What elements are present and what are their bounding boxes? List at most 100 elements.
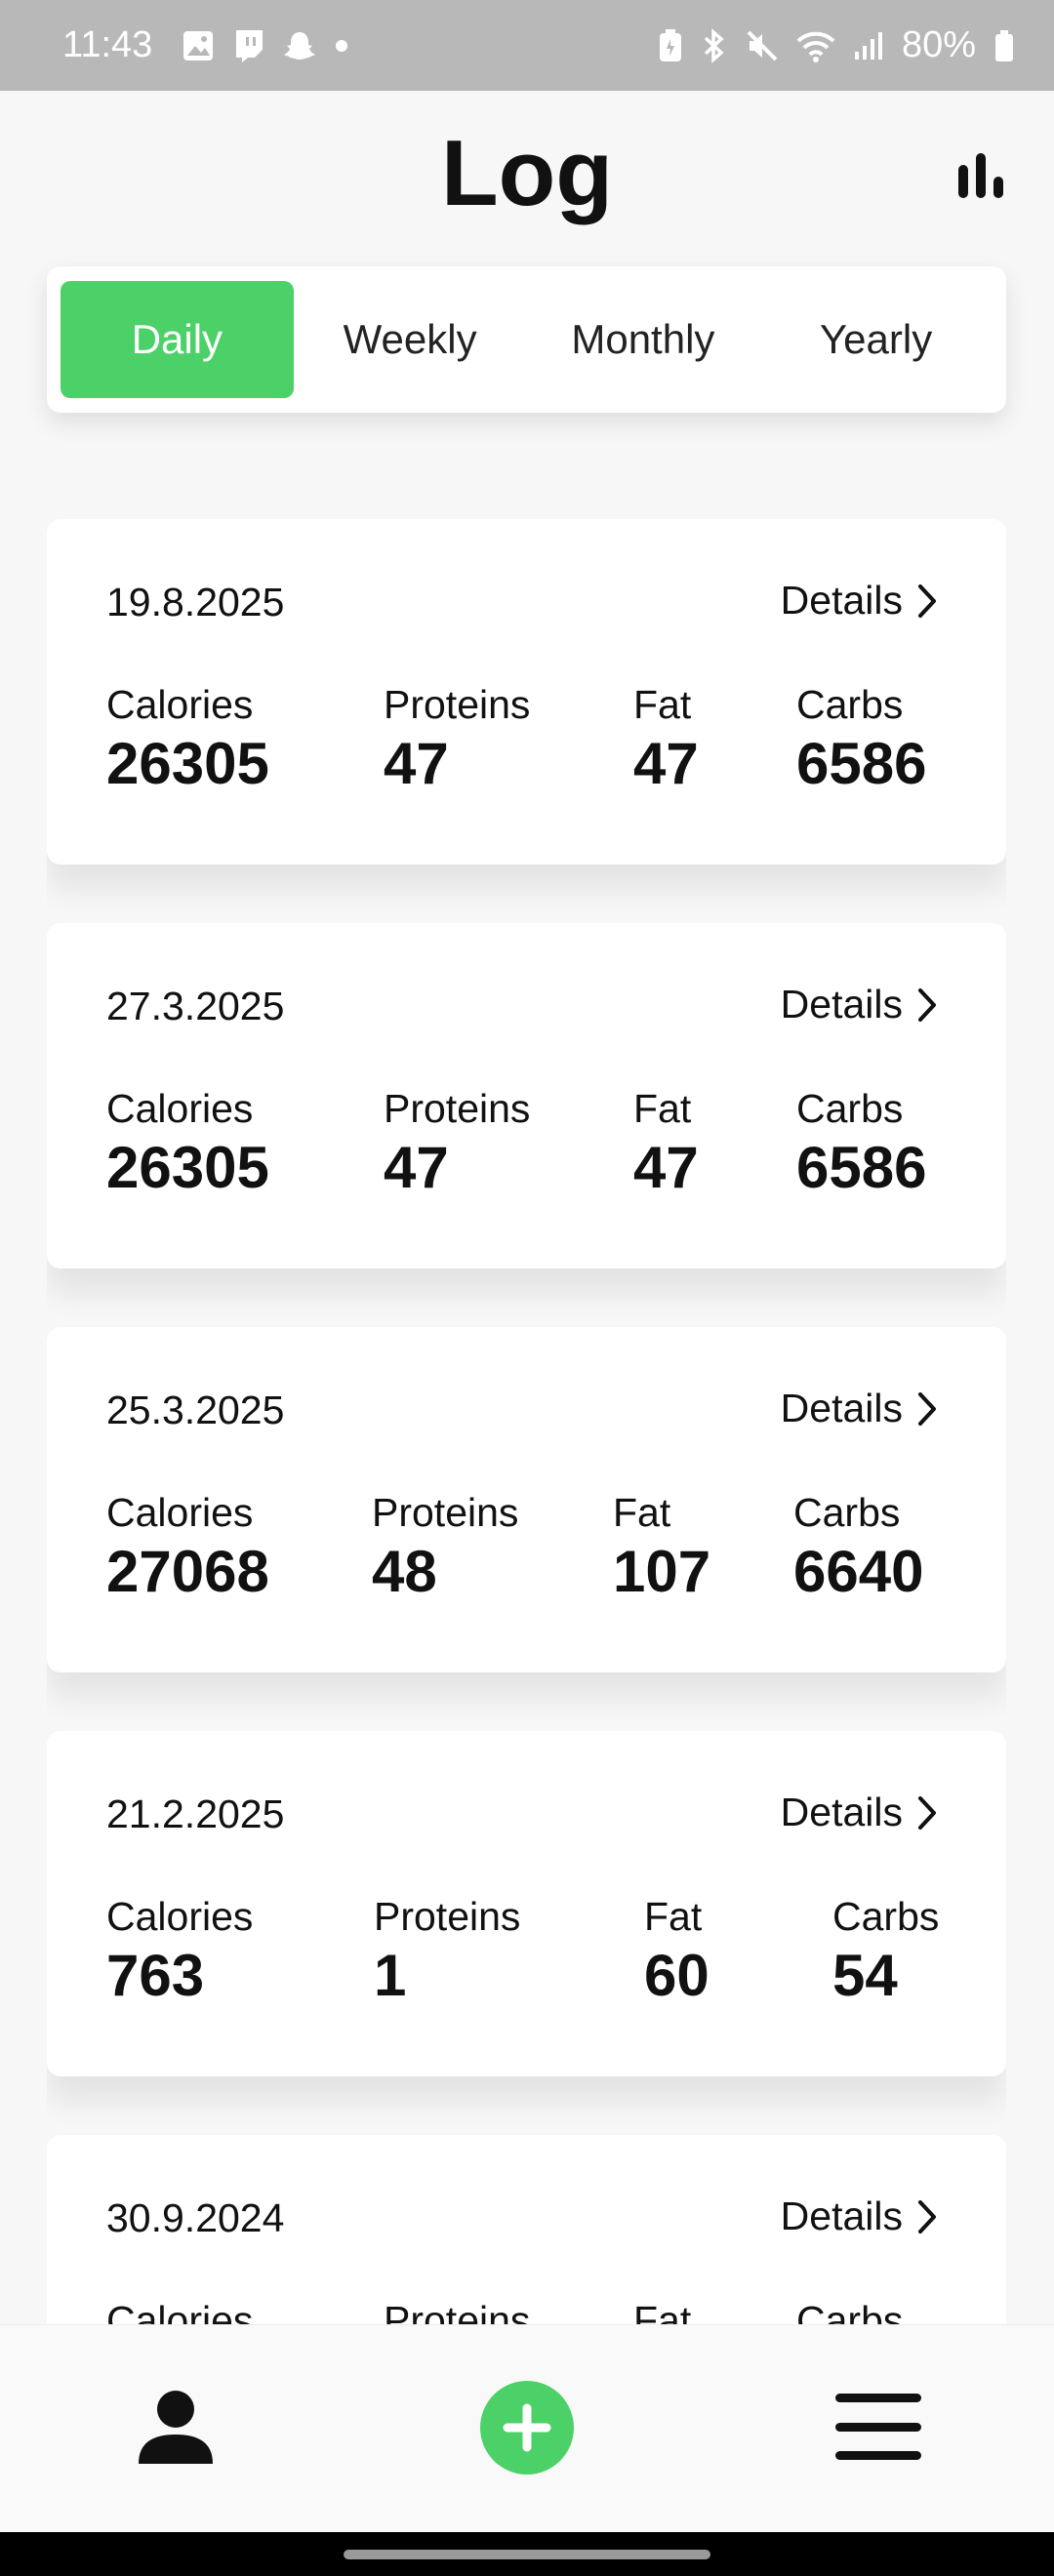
chevron-right-icon: [918, 1391, 936, 1426]
details-button[interactable]: Details: [781, 578, 938, 624]
metric-label: Carbs: [793, 1490, 901, 1535]
details-label: Details: [780, 2194, 903, 2238]
card-date: 25.3.2025: [106, 1388, 285, 1432]
details-label: Details: [780, 982, 903, 1026]
log-card[interactable]: 30.9.2024 Details Calories Proteins Fat …: [47, 2135, 1006, 2324]
chevron-right-icon: [918, 1795, 936, 1830]
metric-label: Carbs: [832, 1894, 940, 1939]
metric-value: 6586: [796, 1135, 927, 1200]
metric-fat: Fat 47: [633, 1089, 699, 1197]
metric-label: Calories: [106, 2298, 254, 2325]
period-tabs: Daily Weekly Monthly Yearly: [47, 266, 1006, 413]
add-icon: [503, 2403, 551, 2452]
header: Log: [0, 91, 1054, 262]
metric-fat: Fat 47: [633, 685, 699, 793]
metric-fat: Fat 60: [644, 1897, 709, 2005]
metric-carbs: Carbs 6640: [793, 1493, 923, 1601]
chevron-right-icon: [918, 987, 936, 1022]
metric-proteins: Proteins 47: [384, 1089, 530, 1197]
battery-icon: [993, 29, 1015, 62]
metric-carbs: Carbs: [796, 2298, 904, 2325]
tab-yearly[interactable]: Yearly: [759, 281, 993, 398]
metric-value: 47: [384, 731, 449, 796]
metric-proteins: Proteins: [384, 2298, 531, 2325]
log-list[interactable]: 19.8.2025 Details Calories 26305 Protein…: [47, 519, 1006, 2324]
metric-proteins: Proteins 1: [374, 1897, 520, 2005]
metric-label: Fat: [644, 1894, 703, 1939]
tab-daily[interactable]: Daily: [61, 281, 294, 398]
metric-label: Fat: [613, 1490, 671, 1535]
chevron-right-icon: [918, 2199, 936, 2234]
metric-calories: Calories 26305: [106, 685, 269, 793]
bar-chart-icon[interactable]: [954, 145, 1007, 198]
details-button[interactable]: Details: [781, 2194, 938, 2239]
profile-icon[interactable]: [134, 2386, 218, 2470]
tab-monthly[interactable]: Monthly: [527, 281, 760, 398]
metric-value: 60: [644, 1943, 709, 2008]
metric-value: 763: [106, 1943, 205, 2008]
metric-label: Calories: [106, 682, 254, 727]
metric-label: Calories: [106, 1490, 254, 1535]
metric-label: Fat: [633, 1086, 692, 1131]
metric-label: Carbs: [796, 682, 904, 727]
gesture-handle[interactable]: [344, 2550, 710, 2559]
status-bar: 11:43 80%: [0, 0, 1054, 91]
metric-label: Proteins: [384, 682, 531, 727]
metric-proteins: Proteins 47: [384, 685, 530, 793]
bottom-nav: [0, 2324, 1054, 2532]
metric-value: 26305: [106, 1135, 269, 1200]
metric-label: Carbs: [796, 1086, 904, 1131]
signal-icon: [853, 30, 884, 61]
metric-value: 27068: [106, 1539, 269, 1604]
metric-calories: Calories: [106, 2298, 254, 2325]
details-button[interactable]: Details: [781, 1386, 938, 1431]
log-card[interactable]: 21.2.2025 Details Calories 763 Proteins …: [47, 1731, 1006, 2076]
image-icon: [182, 29, 215, 62]
bluetooth-icon: [701, 27, 728, 63]
metric-label: Carbs: [796, 2298, 904, 2325]
snapchat-icon: [283, 29, 316, 62]
card-date: 21.2.2025: [106, 1791, 285, 1836]
metric-value: 6640: [793, 1539, 924, 1604]
tab-weekly[interactable]: Weekly: [294, 281, 527, 398]
metric-label: Fat: [633, 2298, 692, 2325]
metric-value: 1: [374, 1943, 407, 2008]
details-button[interactable]: Details: [781, 1790, 938, 1835]
metric-fat: Fat: [633, 2298, 692, 2325]
metric-label: Calories: [106, 1894, 254, 1939]
log-card[interactable]: 27.3.2025 Details Calories 26305 Protein…: [47, 923, 1006, 1268]
metric-fat: Fat 107: [613, 1493, 710, 1601]
wifi-icon: [796, 29, 835, 62]
metric-value: 47: [384, 1135, 449, 1200]
metric-label: Fat: [633, 682, 692, 727]
menu-icon[interactable]: [835, 2394, 921, 2460]
metric-label: Proteins: [372, 1490, 519, 1535]
battery-percent: 80%: [901, 24, 976, 65]
add-button[interactable]: [480, 2381, 574, 2475]
metric-calories: Calories 27068: [106, 1493, 269, 1601]
metric-carbs: Carbs 6586: [796, 685, 926, 793]
card-date: 19.8.2025: [106, 580, 285, 624]
metric-value: 107: [613, 1539, 711, 1604]
log-card[interactable]: 25.3.2025 Details Calories 27068 Protein…: [47, 1327, 1006, 1672]
details-button[interactable]: Details: [781, 982, 938, 1027]
details-label: Details: [780, 578, 903, 623]
gesture-area: [0, 2532, 1054, 2576]
details-label: Details: [780, 1790, 903, 1834]
mute-icon: [746, 29, 779, 62]
page-title: Log: [441, 121, 613, 225]
metric-calories: Calories 763: [106, 1897, 253, 2005]
details-label: Details: [780, 1386, 903, 1430]
metric-calories: Calories 26305: [106, 1089, 269, 1197]
card-date: 27.3.2025: [106, 984, 285, 1028]
metric-value: 6586: [796, 731, 927, 796]
log-card[interactable]: 19.8.2025 Details Calories 26305 Protein…: [47, 519, 1006, 865]
status-time: 11:43: [62, 24, 153, 65]
metric-label: Proteins: [384, 2298, 531, 2325]
metric-label: Proteins: [374, 1894, 521, 1939]
metric-value: 54: [832, 1943, 898, 2008]
metric-label: Proteins: [384, 1086, 531, 1131]
metric-carbs: Carbs 6586: [796, 1089, 926, 1197]
metric-proteins: Proteins 48: [372, 1493, 518, 1601]
chevron-right-icon: [918, 584, 936, 618]
